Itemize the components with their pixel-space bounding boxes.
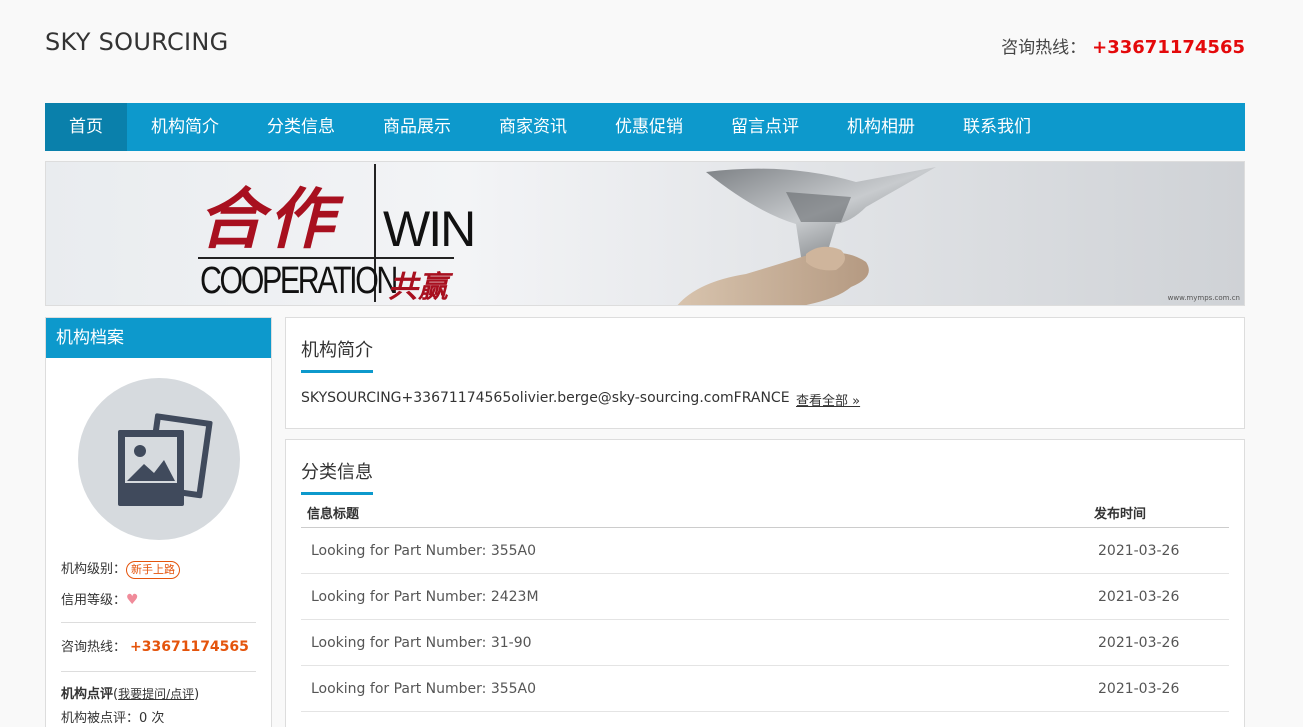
banner-cn-sub: 共赢 [388, 270, 448, 305]
table-row[interactable]: Looking for Part Number: 355A0 2021-03-2… [301, 666, 1229, 712]
review-link[interactable]: 我要提问/点评 [118, 687, 194, 701]
header-hotline: 咨询热线： +33671174565 [1001, 33, 1245, 58]
hotline-number[interactable]: +33671174565 [1092, 37, 1245, 58]
sidebar-hotline-label: 咨询热线： [61, 640, 127, 655]
heart-icon: ♥ [126, 592, 139, 608]
banner-hand-goblet-image [677, 167, 936, 305]
intro-text: SKYSOURCING+33671174565olivier.berge@sky… [301, 390, 790, 406]
table-header: 信息标题 发布时间 [301, 502, 1229, 528]
listing-date: 2021-03-26 [1098, 635, 1180, 651]
nav-item-promotions[interactable]: 优惠促销 [591, 103, 707, 151]
view-all-link[interactable]: 查看全部 » [796, 390, 860, 409]
sidebar-divider [61, 622, 256, 623]
column-header-time: 发布时间 [1094, 507, 1147, 522]
listing-date: 2021-03-26 [1098, 589, 1180, 605]
listings-title: 分类信息 [301, 458, 373, 495]
main-nav: 首页 机构简介 分类信息 商品展示 商家资讯 优惠促销 留言点评 机构相册 联系… [45, 103, 1245, 151]
intro-title: 机构简介 [301, 336, 373, 373]
banner-cn-main: 合作 [198, 180, 338, 258]
nav-item-home[interactable]: 首页 [45, 103, 127, 151]
sidebar-divider [61, 671, 256, 672]
org-level-row: 机构级别： 新手上路 [46, 560, 271, 580]
banner-site-url: www.mymps.com.cn [1167, 294, 1240, 302]
listing-date: 2021-03-26 [1098, 681, 1180, 697]
column-header-title: 信息标题 [307, 507, 360, 522]
banner-cooperation: COOPERATION [200, 260, 398, 302]
sidebar-hotline-row: 咨询热线： +33671174565 [46, 636, 271, 659]
listing-date: 2021-03-26 [1098, 543, 1180, 559]
hero-banner: 合作 WIN COOPERATION 共赢 www.mymps.com.cn [45, 161, 1245, 306]
nav-item-products[interactable]: 商品展示 [359, 103, 475, 151]
nav-item-news[interactable]: 商家资讯 [475, 103, 591, 151]
sidebar-title: 机构档案 [46, 318, 271, 358]
org-review-row: 机构点评(我要提问/点评) [61, 687, 200, 702]
listing-title[interactable]: Looking for Part Number: 355A0 [311, 528, 536, 574]
listings-table: 信息标题 发布时间 Looking for Part Number: 355A0… [301, 502, 1229, 712]
credit-level-row: 信用等级：♥ [46, 590, 271, 611]
nav-item-contact[interactable]: 联系我们 [939, 103, 1055, 151]
listings-panel: 分类信息 信息标题 发布时间 Looking for Part Number: … [285, 439, 1245, 727]
org-avatar [77, 378, 240, 540]
table-row[interactable]: Looking for Part Number: 31-90 2021-03-2… [301, 620, 1229, 666]
table-row[interactable]: Looking for Part Number: 355A0 2021-03-2… [301, 528, 1229, 574]
nav-item-reviews[interactable]: 留言点评 [707, 103, 823, 151]
org-level-label: 机构级别： [61, 562, 127, 577]
banner-win: WIN [383, 201, 476, 257]
org-level-badge: 新手上路 [126, 561, 181, 579]
nav-item-about[interactable]: 机构简介 [127, 103, 243, 151]
listing-title[interactable]: Looking for Part Number: 355A0 [311, 666, 536, 712]
table-row[interactable]: Looking for Part Number: 2423M 2021-03-2… [301, 574, 1229, 620]
photo-placeholder-icon [117, 413, 213, 506]
nav-item-listings[interactable]: 分类信息 [243, 103, 359, 151]
hotline-label: 咨询热线： [1001, 38, 1087, 58]
credit-level-label: 信用等级： [61, 593, 127, 608]
site-brand[interactable]: SKY SOURCING [45, 28, 229, 56]
org-review-label: 机构点评 [61, 687, 114, 702]
intro-panel: 机构简介 SKYSOURCING+33671174565olivier.berg… [285, 317, 1245, 429]
listing-title[interactable]: Looking for Part Number: 2423M [311, 574, 539, 620]
sidebar-hotline-number[interactable]: +33671174565 [130, 639, 249, 655]
listing-title[interactable]: Looking for Part Number: 31-90 [311, 620, 532, 666]
org-profile-sidebar: 机构档案 机构级别： 新手上路 信用等级：♥ 咨询热线： +33671174565 … [45, 317, 272, 727]
org-reviewed-count: 机构被点评：0 次 [61, 711, 165, 726]
nav-item-album[interactable]: 机构相册 [823, 103, 939, 151]
